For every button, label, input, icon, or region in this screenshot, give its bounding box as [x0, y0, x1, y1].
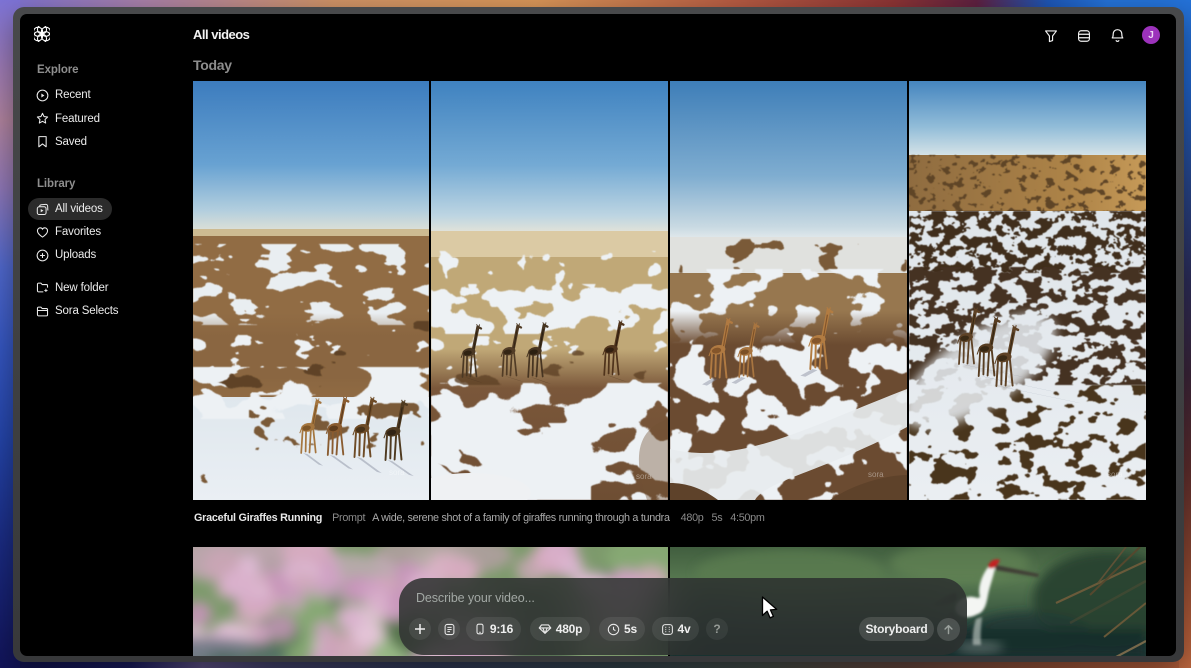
svg-text:sora: sora [868, 470, 884, 479]
svg-text:sora: sora [389, 468, 405, 477]
svg-text:sora: sora [1107, 470, 1123, 479]
svg-text:sora: sora [636, 472, 652, 481]
